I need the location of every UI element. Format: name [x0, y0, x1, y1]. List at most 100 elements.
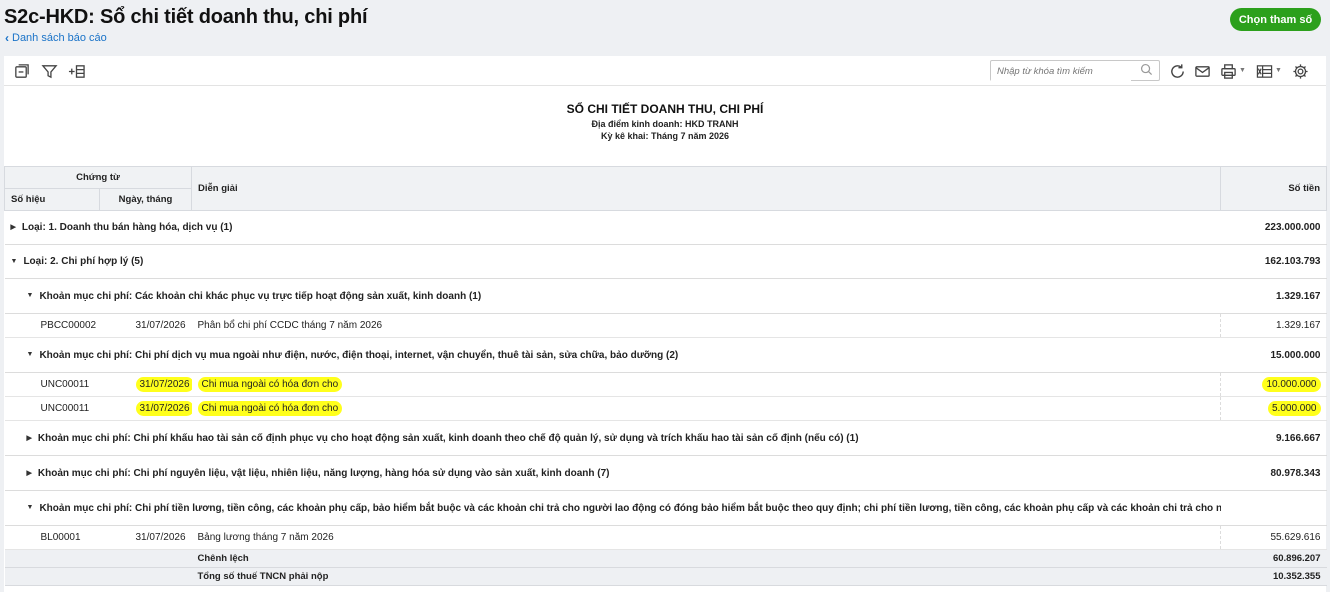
voucher-group-header: Chứng từ: [4, 166, 192, 189]
total-row: Chênh lệch 60.896.207: [4, 549, 1327, 568]
description-cell: Bảng lương tháng 7 năm 2026: [197, 532, 334, 543]
amount-cell-cell: 10.000.000: [1220, 372, 1327, 397]
top-bar: S2c-HKD: Sổ chi tiết doanh thu, chi phí …: [0, 0, 1330, 56]
total-spacer: [4, 567, 100, 586]
group-label: Loại: 1. Doanh thu bán hàng hóa, dịch vụ…: [21, 222, 233, 233]
voucher-number-link[interactable]: UNC00011: [41, 403, 90, 414]
group-label-cell: ▶ Khoản mục chi phí: Chi phí khấu hao tài…: [4, 420, 1221, 456]
group-label: Khoản mục chi phí: Chi phí dịch vụ mua n…: [39, 349, 679, 361]
group-label: Loại: 2. Chi phí hợp lý (5): [23, 256, 144, 267]
amount-cell: 1.329.167: [1276, 320, 1321, 331]
group-label-cell: ▼ Loại: 2. Chi phí hợp lý (5): [4, 244, 1221, 279]
export-dropdown-caret[interactable]: ▼: [1275, 67, 1282, 74]
voucher-date-cell: 31/07/2026: [99, 525, 192, 550]
excel-icon[interactable]: [1255, 62, 1273, 80]
toolbar: ▼ ▼: [4, 56, 1326, 86]
search-input[interactable]: [991, 62, 1131, 81]
voucher-date-cell: 31/07/2026: [99, 396, 192, 421]
date-column-header[interactable]: Ngày, tháng: [99, 188, 192, 211]
page-title: S2c-HKD: Sổ chi tiết doanh thu, chi phí: [4, 6, 368, 28]
table-row[interactable]: UNC00011 31/07/2026 Chi mua ngoài có hóa đ…: [4, 396, 1327, 421]
total-spacer: [4, 549, 100, 568]
voucher-number-link[interactable]: UNC00011: [41, 379, 90, 390]
report-table: Chứng từ Diễn giải Số tiền Số hiệu Ngày,…: [4, 166, 1327, 586]
print-icon[interactable]: [1219, 62, 1237, 80]
total-amount: 60.896.207: [1220, 549, 1327, 568]
description-cell: Chi mua ngoài có hóa đơn cho: [197, 401, 343, 416]
expand-triangle-icon[interactable]: ▶: [11, 223, 16, 231]
report-period: Kỳ kê khai: Tháng 7 năm 2026: [600, 131, 730, 141]
report-location: Địa điểm kinh doanh: HKD TRANH: [591, 119, 739, 129]
collapse-triangle-icon[interactable]: ▼: [27, 351, 34, 358]
group-label: Khoản mục chi phí: Chi phí khấu hao tài …: [37, 432, 859, 444]
amount-cell-cell: 1.329.167: [1220, 313, 1327, 338]
total-spacer: [99, 567, 192, 586]
table-row[interactable]: BL00001 31/07/2026 Bảng lương tháng 7 năm …: [4, 525, 1327, 550]
voucher-number-link[interactable]: BL00001: [41, 532, 81, 543]
chevron-left-icon: ‹: [5, 31, 9, 45]
voucher-date-cell: 31/07/2026: [99, 372, 192, 397]
report-header: SỔ CHI TIẾT DOANH THU, CHI PHÍ Địa điểm …: [4, 102, 1326, 141]
total-amount: 10.352.355: [1220, 567, 1327, 586]
collapse-icon[interactable]: [12, 62, 30, 80]
search-icon[interactable]: [1140, 63, 1153, 81]
report-body: ▶ Loại: 1. Doanh thu bán hàng hóa, dịch v…: [4, 210, 1327, 586]
collapse-triangle-icon[interactable]: ▼: [11, 258, 18, 265]
voucher-number-link-cell: UNC00011: [4, 372, 100, 397]
print-dropdown-caret[interactable]: ▼: [1239, 67, 1246, 74]
group-row[interactable]: ▼ Khoản mục chi phí: Chi phí tiền lương, …: [4, 490, 1327, 526]
table-row[interactable]: UNC00011 31/07/2026 Chi mua ngoài có hóa đ…: [4, 372, 1327, 397]
description-cell: Chi mua ngoài có hóa đơn cho: [197, 377, 343, 392]
description-column-header[interactable]: Diễn giải: [191, 166, 1221, 211]
group-amount: 223.000.000: [1220, 210, 1327, 245]
total-label: Chênh lệch: [191, 549, 1221, 568]
collapse-triangle-icon[interactable]: ▼: [27, 292, 34, 299]
amount-cell-cell: 5.000.000: [1220, 396, 1327, 421]
group-label-cell: ▼ Khoản mục chi phí: Các khoản chi khác p…: [4, 278, 1221, 314]
choose-parameters-button[interactable]: Chọn tham số: [1230, 8, 1321, 31]
refresh-icon[interactable]: [1168, 62, 1186, 80]
voucher-number-link[interactable]: PBCC00002: [41, 320, 97, 331]
total-row: Tổng số thuế TNCN phải nộp 10.352.355: [4, 567, 1327, 586]
settings-icon[interactable]: [1291, 62, 1309, 80]
group-amount: [1220, 490, 1327, 526]
amount-cell: 10.000.000: [1262, 377, 1321, 392]
group-label-cell: ▼ Khoản mục chi phí: Chi phí tiền lương, …: [4, 490, 1221, 526]
search-box: [990, 60, 1160, 81]
expand-triangle-icon[interactable]: ▶: [27, 469, 32, 477]
group-amount: 15.000.000: [1220, 337, 1327, 373]
table-row[interactable]: PBCC00002 31/07/2026 Phân bổ chi phí CCDC …: [4, 313, 1327, 338]
amount-cell-cell: 55.629.616: [1220, 525, 1327, 550]
voucher-date: 31/07/2026: [135, 532, 186, 543]
amount-column-header[interactable]: Số tiền: [1220, 166, 1327, 211]
group-label-cell: ▼ Khoản mục chi phí: Chi phí dịch vụ mua …: [4, 337, 1221, 373]
group-label: Khoản mục chi phí: Chi phí nguyên liệu, …: [37, 467, 610, 479]
group-label-cell: ▶ Khoản mục chi phí: Chi phí nguyên liệu,…: [4, 455, 1221, 491]
expand-triangle-icon[interactable]: ▶: [27, 434, 32, 442]
report-panel: ▼ ▼ SỔ CHI TIẾT DOANH THU, CHI PHÍ Địa đ…: [4, 56, 1327, 592]
group-row[interactable]: ▼ Loại: 2. Chi phí hợp lý (5) 162.103.793: [4, 244, 1327, 279]
group-row[interactable]: ▶ Khoản mục chi phí: Chi phí nguyên liệu,…: [4, 455, 1327, 491]
group-amount: 162.103.793: [1220, 244, 1327, 279]
collapse-triangle-icon[interactable]: ▼: [27, 504, 34, 511]
total-spacer: [99, 549, 192, 568]
group-row[interactable]: ▶ Loại: 1. Doanh thu bán hàng hóa, dịch v…: [4, 210, 1327, 245]
description-cell-cell: Chi mua ngoài có hóa đơn cho: [191, 396, 1221, 421]
add-column-icon[interactable]: [67, 62, 85, 80]
amount-cell: 5.000.000: [1268, 401, 1321, 416]
group-row[interactable]: ▶ Khoản mục chi phí: Chi phí khấu hao tài…: [4, 420, 1327, 456]
group-amount: 80.978.343: [1220, 455, 1327, 491]
description-cell-cell: Phân bổ chi phí CCDC tháng 7 năm 2026: [191, 313, 1221, 338]
voucher-date: 31/07/2026: [135, 377, 192, 392]
number-column-header[interactable]: Số hiệu: [4, 188, 100, 211]
voucher-number-link-cell: BL00001: [4, 525, 100, 550]
group-label: Khoản mục chi phí: Chi phí tiền lương, t…: [39, 502, 1221, 514]
mail-icon[interactable]: [1193, 62, 1211, 80]
description-cell-cell: Chi mua ngoài có hóa đơn cho: [191, 372, 1221, 397]
description-cell-cell: Bảng lương tháng 7 năm 2026: [191, 525, 1221, 550]
group-row[interactable]: ▼ Khoản mục chi phí: Chi phí dịch vụ mua …: [4, 337, 1327, 373]
group-row[interactable]: ▼ Khoản mục chi phí: Các khoản chi khác p…: [4, 278, 1327, 314]
filter-icon[interactable]: [40, 62, 58, 80]
back-to-report-list-link[interactable]: ‹ Danh sách báo cáo: [5, 31, 107, 45]
voucher-number-link-cell: UNC00011: [4, 396, 100, 421]
